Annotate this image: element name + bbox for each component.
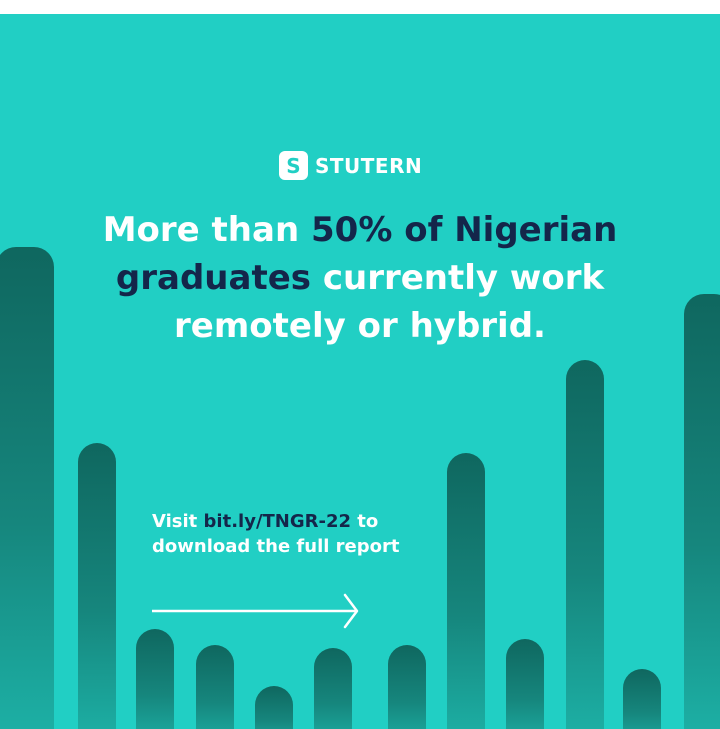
decorative-bar (566, 360, 604, 729)
decorative-bar (314, 648, 352, 729)
decorative-bar (196, 645, 234, 729)
decorative-bar (623, 669, 661, 729)
decorative-bar (447, 453, 485, 729)
decorative-bar (684, 294, 720, 729)
decorative-bar (506, 639, 544, 729)
decorative-bar (255, 686, 293, 729)
decorative-bar (388, 645, 426, 729)
headline-part1: More than (102, 210, 311, 250)
promo-poster: S STUTERN More than 50% of Nigerian grad… (0, 14, 720, 729)
arrow-right-icon (152, 593, 359, 629)
brand-name: STUTERN (315, 153, 423, 178)
download-callout: Visit bit.ly/TNGR-22 to download the ful… (152, 509, 412, 559)
top-strip (0, 0, 720, 14)
report-link[interactable]: bit.ly/TNGR-22 (204, 511, 351, 532)
logo-mark-icon: S (279, 151, 308, 180)
decorative-bar (78, 443, 116, 729)
headline: More than 50% of Nigerian graduates curr… (40, 206, 680, 350)
decorative-bar (136, 629, 174, 729)
cta-prefix: Visit (152, 511, 204, 532)
stutern-logo: S STUTERN (279, 151, 422, 180)
